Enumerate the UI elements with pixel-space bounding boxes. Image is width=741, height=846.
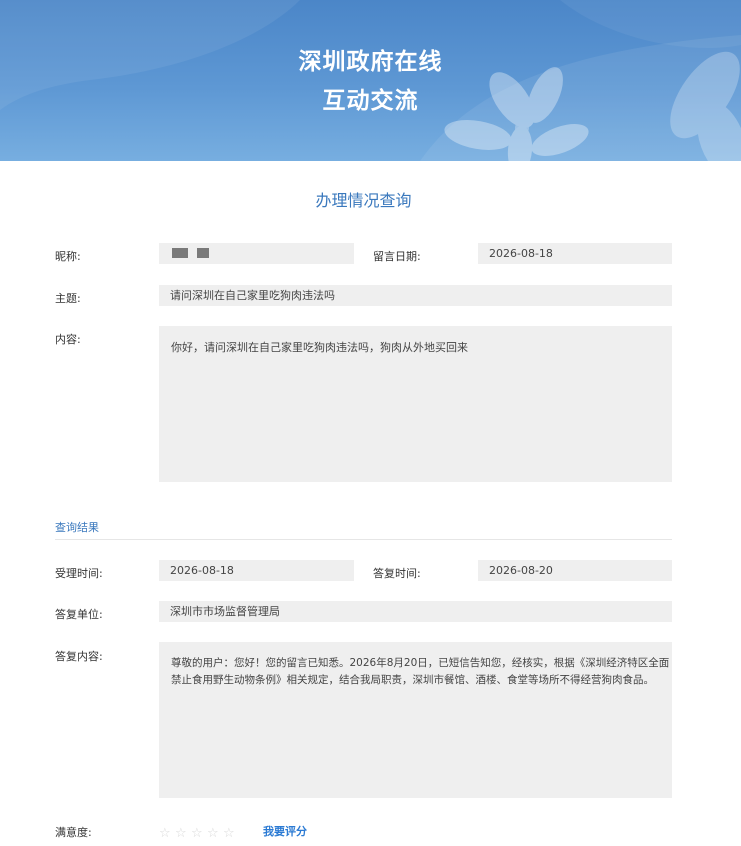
reply-unit-label: 答复单位:	[55, 608, 103, 621]
star-icon[interactable]: ☆	[175, 827, 191, 841]
reply-content-field: 尊敬的用户：您好！您的留言已知悉。2026年8月20日，已短信告知您，经核实，根…	[159, 642, 672, 798]
reply-content-line: 尊敬的用户：您好！您的留言已知悉。2026年8月20日，已短信告知您，经核实，根…	[171, 657, 670, 669]
reply-time-field: 2026-08-20	[478, 560, 672, 581]
result-section-title: 查询结果	[55, 521, 99, 534]
star-rating[interactable]: ☆ ☆ ☆ ☆ ☆	[159, 822, 239, 841]
content-label: 内容:	[55, 333, 81, 346]
reply-content-line: 禁止食用野生动物条例》相关规定，结合我局职责，深圳市餐馆、酒楼、食堂等场所不得经…	[171, 674, 654, 686]
content-field: 你好，请问深圳在自己家里吃狗肉违法吗，狗肉从外地买回来	[159, 326, 672, 482]
subject-field: 请问深圳在自己家里吃狗肉违法吗	[159, 285, 672, 306]
star-icon[interactable]: ☆	[207, 827, 223, 841]
redacted-nickname-block	[172, 248, 188, 258]
rate-link[interactable]: 我要评分	[263, 823, 307, 839]
reply-content-label: 答复内容:	[55, 650, 103, 663]
site-subtitle: 互动交流	[322, 88, 419, 114]
star-icon[interactable]: ☆	[223, 827, 239, 841]
accept-time-label: 受理时间:	[55, 567, 103, 580]
header-banner: 深圳政府在线 互动交流	[0, 0, 741, 161]
star-icon[interactable]: ☆	[159, 827, 175, 841]
reply-time-label: 答复时间:	[373, 567, 421, 580]
page-title: 办理情况查询	[315, 191, 412, 210]
date-label: 留言日期:	[373, 250, 421, 263]
date-field: 2026-08-18	[478, 243, 672, 264]
star-icon[interactable]: ☆	[191, 827, 207, 841]
redacted-nickname-block	[197, 248, 209, 258]
reply-unit-field: 深圳市市场监督管理局	[159, 601, 672, 622]
subject-label: 主题:	[55, 292, 81, 305]
accept-time-field: 2026-08-18	[159, 560, 354, 581]
divider	[55, 539, 672, 540]
satisfaction-label: 满意度:	[55, 826, 92, 839]
nickname-label: 昵称:	[55, 250, 81, 263]
site-title: 深圳政府在线	[298, 49, 443, 75]
nickname-field	[159, 243, 354, 264]
